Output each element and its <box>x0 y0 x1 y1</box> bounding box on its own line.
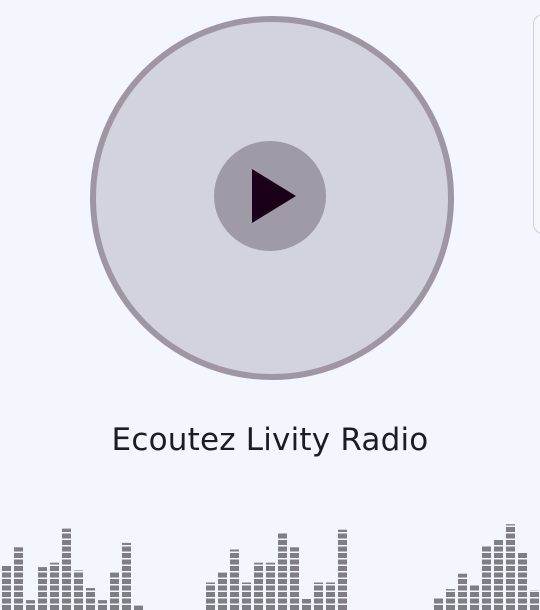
equalizer-bar <box>518 553 527 610</box>
equalizer-bar <box>206 582 215 610</box>
equalizer-bar <box>482 546 491 610</box>
equalizer-bar <box>98 600 107 610</box>
equalizer-bar <box>338 529 347 610</box>
equalizer-bar <box>62 528 71 610</box>
equalizer-bar <box>86 588 95 610</box>
equalizer-bar <box>134 605 143 610</box>
side-panel-edge[interactable] <box>533 14 540 234</box>
equalizer-bar <box>218 572 227 610</box>
equalizer-bar <box>446 589 455 610</box>
equalizer-bar <box>254 562 263 610</box>
equalizer-bar <box>14 547 23 610</box>
equalizer-bar <box>530 590 539 610</box>
equalizer-bar <box>278 533 287 610</box>
equalizer-bar <box>506 524 515 610</box>
equalizer-bar <box>122 542 131 610</box>
equalizer-bar <box>242 582 251 610</box>
play-button[interactable] <box>214 141 326 251</box>
equalizer-bar <box>26 600 35 610</box>
equalizer-bar <box>290 547 299 610</box>
equalizer-bar <box>266 562 275 610</box>
equalizer-bar <box>2 566 11 610</box>
equalizer-bar <box>38 567 47 610</box>
equalizer-bar <box>74 570 83 610</box>
equalizer-bar <box>230 549 239 610</box>
equalizer-bar <box>302 599 311 610</box>
play-icon <box>252 169 296 223</box>
equalizer-bar <box>434 598 443 610</box>
station-title: Ecoutez Livity Radio <box>111 422 429 458</box>
equalizer-bar <box>110 572 119 610</box>
equalizer-visualizer <box>2 524 539 610</box>
equalizer-bar <box>470 585 479 610</box>
equalizer-bar <box>314 582 323 610</box>
equalizer-bar <box>458 573 467 610</box>
equalizer-bar <box>494 540 503 610</box>
equalizer-bar <box>50 562 59 610</box>
equalizer-bar <box>326 582 335 610</box>
